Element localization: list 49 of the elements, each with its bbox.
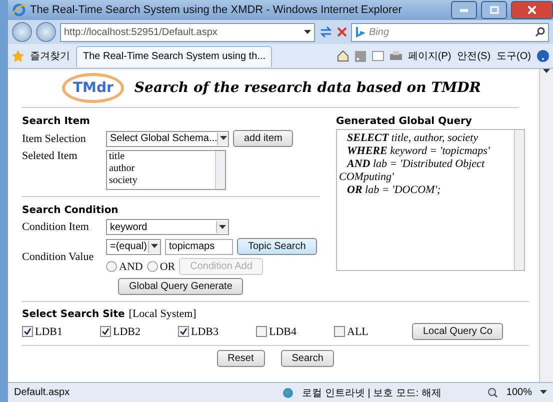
- list-item[interactable]: title: [109, 151, 215, 163]
- section-heading: Generated Global Query: [336, 116, 473, 127]
- browser-tab[interactable]: The Real-Time Search System using th...: [76, 46, 272, 66]
- topic-search-button[interactable]: Topic Search: [237, 238, 317, 255]
- toolbar-menu[interactable]: 도구(O): [496, 49, 531, 63]
- favorites-label[interactable]: 즐겨찾기: [30, 49, 70, 63]
- add-item-button[interactable]: add item: [233, 130, 294, 147]
- section-heading: Select Search Site: [22, 308, 125, 320]
- section-heading: Search Item: [22, 116, 91, 127]
- radio-option[interactable]: OR: [146, 260, 176, 272]
- form-button[interactable]: Search: [280, 350, 334, 367]
- site-checkbox[interactable]: LDB4: [256, 326, 330, 338]
- query-line: WHERE keyword = 'topicmaps': [346, 145, 491, 158]
- field-label: Item Selection: [22, 132, 87, 144]
- field-label: Seleted Item: [22, 150, 78, 162]
- address-field[interactable]: http://localhost:52951/Default.aspx: [60, 22, 315, 42]
- schema-dropdown[interactable]: Select Global Schema...: [106, 130, 229, 146]
- list-item[interactable]: society: [109, 175, 215, 187]
- query-line: AND lab = 'Distributed Object: [346, 158, 486, 171]
- zone-text: 로컬 인트라넷 | 보호 모드: 해제: [302, 386, 442, 400]
- status-text: Default.aspx: [14, 387, 71, 398]
- logo: TMdr: [62, 73, 124, 103]
- site-checkbox[interactable]: LDB2: [100, 326, 174, 338]
- list-item[interactable]: author: [109, 163, 215, 175]
- zoom-level[interactable]: 100%: [506, 387, 532, 398]
- window-title: The Real-Time Search System using the XMDR - Windows Internet Explorer: [30, 4, 403, 16]
- field-label: Condition Item: [22, 221, 90, 233]
- toolbar-menu[interactable]: 안전(S): [457, 49, 491, 63]
- toolbar-menu[interactable]: 페이지(P): [408, 49, 452, 63]
- field-label: Condition Value: [22, 250, 95, 262]
- site-checkbox[interactable]: LDB1: [22, 326, 96, 338]
- site-note: [Local System]: [128, 308, 196, 320]
- site-checkbox[interactable]: LDB3: [178, 326, 252, 338]
- section-heading: Search Condition: [22, 205, 120, 216]
- query-text-area[interactable]: SELECT title, author, society WHERE keyword = 'topicmaps' AND lab = 'Distributed Object COMputing' OR lab = 'DOCOM';: [336, 129, 525, 271]
- operator-dropdown[interactable]: =(equal): [106, 238, 161, 254]
- radio-option[interactable]: AND: [106, 260, 143, 272]
- selected-items-list[interactable]: title author society: [106, 150, 226, 190]
- value-field[interactable]: topicmaps: [165, 238, 233, 254]
- search-field[interactable]: Bing: [351, 22, 549, 42]
- query-line: COMputing': [339, 171, 395, 184]
- form-button[interactable]: Reset: [216, 350, 265, 367]
- query-line: OR lab = 'DOCOM';: [346, 184, 442, 197]
- query-line: SELECT title, author, society: [346, 132, 480, 145]
- condition-dropdown[interactable]: keyword: [106, 219, 229, 235]
- site-checkbox[interactable]: ALL: [334, 326, 408, 338]
- local-query-button[interactable]: Local Query Co: [412, 323, 504, 340]
- generate-query-button[interactable]: Global Query Generate: [118, 278, 244, 295]
- page-title: Search of the research data based on TMDR: [134, 80, 481, 96]
